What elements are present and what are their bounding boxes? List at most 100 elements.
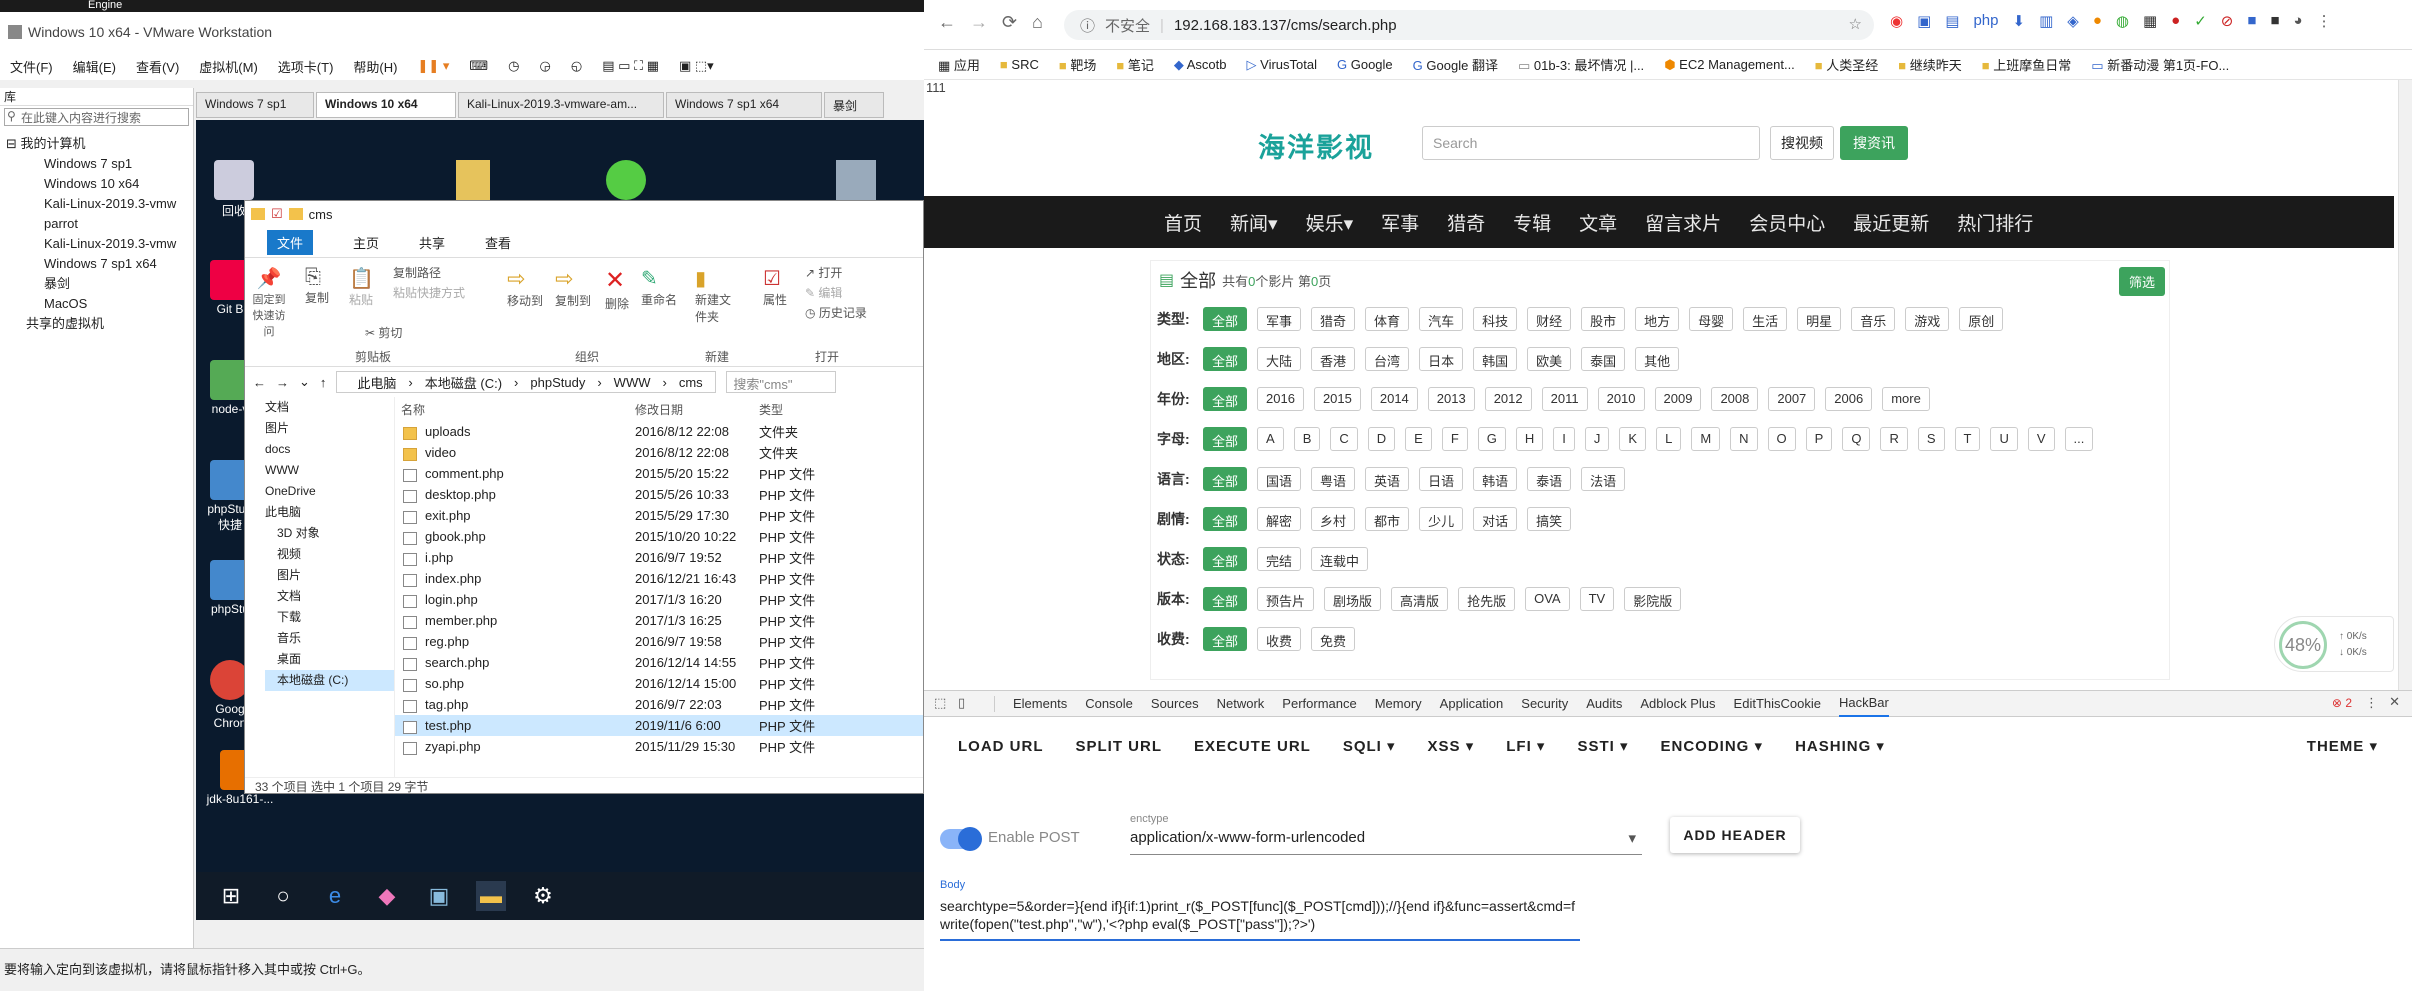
col-type[interactable]: 类型 <box>759 401 879 418</box>
filter-tag[interactable]: 连载中 <box>1311 547 1369 571</box>
devtools-tab-hackbar[interactable]: HackBar <box>1838 690 1889 717</box>
filter-tag[interactable]: 2009 <box>1654 387 1702 411</box>
ribbon-tab-home[interactable]: 主页 <box>353 233 379 252</box>
chevron-down-icon[interactable]: ⌄ <box>299 374 310 390</box>
nav-item[interactable]: 文档 <box>265 586 394 607</box>
filter-tag[interactable]: U <box>1990 427 2018 451</box>
tree-vm[interactable]: Kali-Linux-2019.3-vmw <box>6 194 193 214</box>
filter-tag[interactable]: 全部 <box>1203 307 1248 331</box>
filter-tag[interactable]: 搞笑 <box>1527 507 1572 531</box>
filter-tag[interactable]: 泰国 <box>1581 347 1626 371</box>
filter-tag[interactable]: 法语 <box>1581 467 1626 491</box>
devtools-tab[interactable]: Audits <box>1586 696 1622 711</box>
devtools-tab[interactable]: Security <box>1521 696 1568 711</box>
filter-tag[interactable]: 全部 <box>1203 427 1248 451</box>
nav-item[interactable]: 此电脑 <box>265 502 394 523</box>
filter-tag[interactable]: 生活 <box>1743 307 1788 331</box>
extension-icon[interactable]: ✓ <box>2194 12 2207 30</box>
file-row[interactable]: index.php 2016/12/21 16:43 PHP 文件 <box>395 568 923 589</box>
tree-my-computer[interactable]: ⊟ 我的计算机 <box>6 134 193 154</box>
filter-tag[interactable]: 影院版 <box>1624 587 1682 611</box>
filter-tag[interactable]: 明星 <box>1797 307 1842 331</box>
bookmark[interactable]: ■ SRC <box>1000 57 1039 72</box>
filter-tag[interactable]: 大陆 <box>1257 347 1302 371</box>
desktop-disc-icon[interactable] <box>836 160 876 200</box>
snapshot-manager-icon[interactable]: ◵ <box>571 58 582 74</box>
filter-tag[interactable]: 股市 <box>1581 307 1626 331</box>
nav-item[interactable]: 下载 <box>265 607 394 628</box>
ribbon-tab-view[interactable]: 查看 <box>485 233 511 252</box>
filter-tag[interactable]: V <box>2027 427 2055 451</box>
open-button[interactable]: ↗ 打开 <box>805 264 842 281</box>
file-row[interactable]: reg.php 2016/9/7 19:58 PHP 文件 <box>395 631 923 652</box>
send-ctrl-alt-del-icon[interactable]: ⌨ <box>469 58 488 74</box>
devtools-tab[interactable]: Memory <box>1375 696 1422 711</box>
filter-tag[interactable]: N <box>1730 427 1758 451</box>
filter-tag[interactable]: D <box>1367 427 1396 451</box>
tree-vm[interactable]: Windows 10 x64 <box>6 174 193 194</box>
extension-icon[interactable]: ● <box>2171 12 2180 30</box>
filter-tag[interactable]: P <box>1805 427 1833 451</box>
filter-tag[interactable]: 英语 <box>1365 467 1410 491</box>
bookmark[interactable]: ▭ 01b-3: 最坏情况 |... <box>1518 55 1644 74</box>
filter-tag[interactable]: 韩语 <box>1473 467 1518 491</box>
hashing-menu[interactable]: HASHING ▾ <box>1795 737 1885 755</box>
file-row[interactable]: i.php 2016/9/7 19:52 PHP 文件 <box>395 547 923 568</box>
filter-tag[interactable]: 2006 <box>1825 387 1873 411</box>
extension-icon[interactable]: ▣ <box>1917 12 1931 30</box>
folder-search-input[interactable]: 搜索"cms" <box>726 371 837 393</box>
view-icon[interactable]: ▤ ▭ ⛶ ▦ <box>602 58 659 74</box>
tree-vm[interactable]: Kali-Linux-2019.3-vmw <box>6 234 193 254</box>
rename-button[interactable]: ✎ 重命名 <box>641 266 677 308</box>
devtools-tab[interactable]: Elements <box>1013 696 1067 711</box>
paste-button[interactable]: 📋 粘贴 <box>349 266 374 308</box>
bookmark[interactable]: G Google 翻译 <box>1413 55 1498 74</box>
filter-tag[interactable]: S <box>1917 427 1945 451</box>
filter-tag[interactable]: 母婴 <box>1689 307 1734 331</box>
menu-dots-icon[interactable]: ⋮ <box>2365 695 2378 711</box>
extension-icon[interactable]: ■ <box>2247 12 2256 30</box>
filter-tag[interactable]: R <box>1880 427 1908 451</box>
extension-icon[interactable]: ▥ <box>2039 12 2053 30</box>
site-search-input[interactable]: Search <box>1422 126 1760 160</box>
file-row[interactable]: zyapi.php 2015/11/29 15:30 PHP 文件 <box>395 736 923 757</box>
filter-tag[interactable]: 全部 <box>1203 507 1248 531</box>
devtools-tab[interactable]: Application <box>1440 696 1504 711</box>
enctype-select[interactable]: application/x-www-form-urlencoded ▾ <box>1130 825 1642 855</box>
file-row[interactable]: tag.php 2016/9/7 22:03 PHP 文件 <box>395 694 923 715</box>
filter-tag[interactable]: 全部 <box>1203 627 1248 651</box>
filter-tag[interactable]: T <box>1954 427 1981 451</box>
filter-tag[interactable]: 2012 <box>1484 387 1532 411</box>
add-header-button[interactable]: ADD HEADER <box>1670 817 1800 853</box>
snapshot-icon[interactable]: ◷ <box>508 58 519 74</box>
bookmark-star-icon[interactable]: ☆ <box>1849 15 1862 33</box>
filter-tag[interactable]: 剧场版 <box>1324 587 1382 611</box>
filter-tag[interactable]: 都市 <box>1365 507 1410 531</box>
bookmark[interactable]: ■ 笔记 <box>1116 55 1154 74</box>
nav-item[interactable]: WWW <box>265 460 394 481</box>
lfi-menu[interactable]: LFI ▾ <box>1506 737 1545 755</box>
filter-tag[interactable]: L <box>1656 427 1682 451</box>
nav-recent[interactable]: 最近更新 <box>1853 209 1929 236</box>
nav-item[interactable]: 图片 <box>265 418 394 439</box>
ribbon-tab-share[interactable]: 共享 <box>419 233 445 252</box>
ribbon-tab-file[interactable]: 文件 <box>267 229 314 255</box>
properties-button[interactable]: ☑ 属性 <box>763 266 787 308</box>
filter-tag[interactable]: TV <box>1579 587 1615 611</box>
filter-button[interactable]: 筛选 <box>2118 267 2165 296</box>
filter-tag[interactable]: 军事 <box>1257 307 1302 331</box>
extension-icon[interactable]: ◉ <box>1890 12 1903 30</box>
extension-icon[interactable]: ⊘ <box>2221 12 2234 30</box>
nav-hot[interactable]: 热门排行 <box>1957 209 2033 236</box>
console-icon[interactable]: ▣ ⬚▾ <box>679 58 714 74</box>
filter-tag[interactable]: B <box>1293 427 1321 451</box>
menu-help[interactable]: 帮助(H) <box>353 57 397 76</box>
file-row[interactable]: desktop.php 2015/5/26 10:33 PHP 文件 <box>395 484 923 505</box>
ssti-menu[interactable]: SSTI ▾ <box>1577 737 1628 755</box>
encoding-menu[interactable]: ENCODING ▾ <box>1661 737 1764 755</box>
profile-avatar-icon[interactable]: ◕ <box>2294 12 2303 30</box>
bookmark[interactable]: ◆ Ascotb <box>1174 57 1227 73</box>
file-row[interactable]: member.php 2017/1/3 16:25 PHP 文件 <box>395 610 923 631</box>
file-explorer-icon[interactable]: ▬ <box>476 881 506 911</box>
file-row[interactable]: comment.php 2015/5/20 15:22 PHP 文件 <box>395 463 923 484</box>
